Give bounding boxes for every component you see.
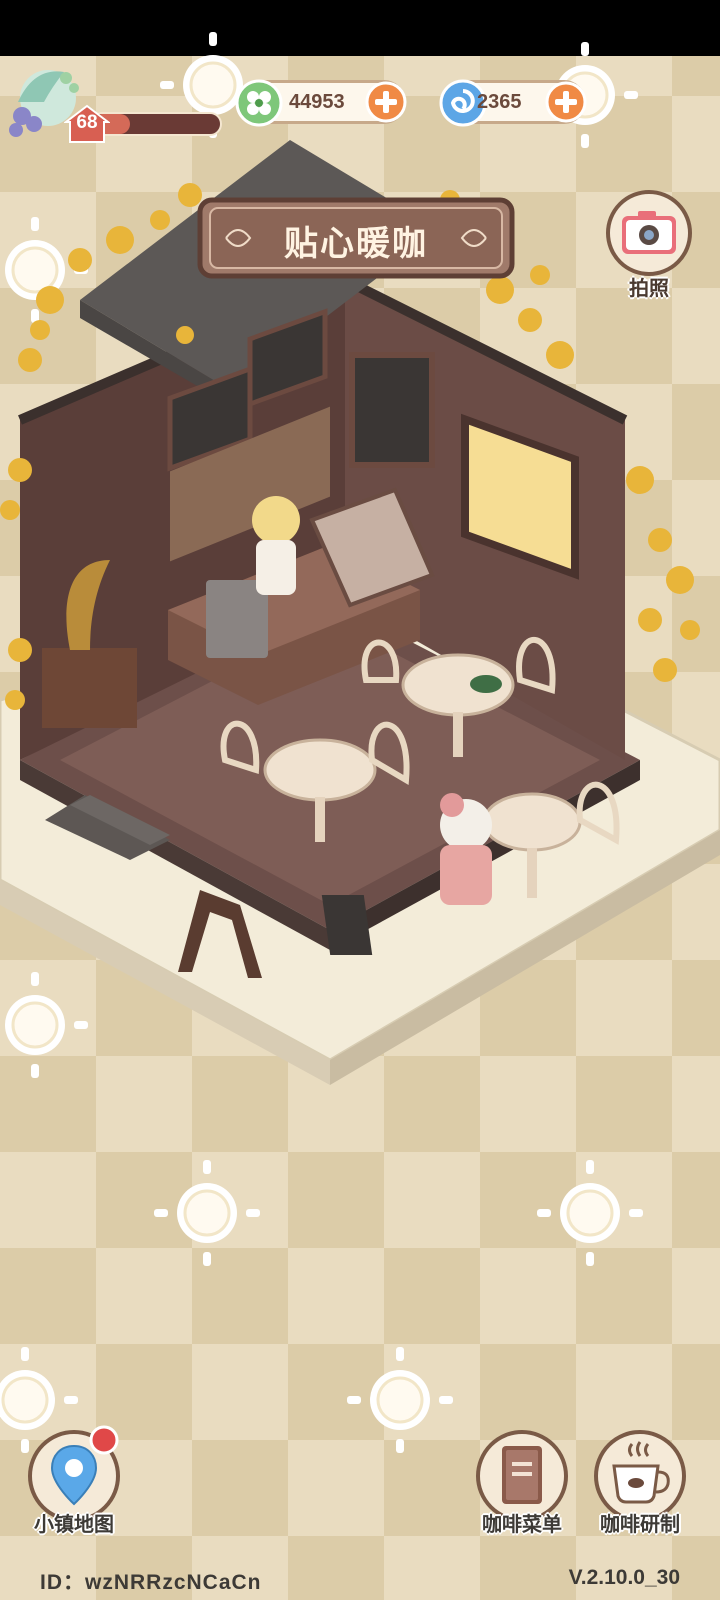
customer-hat [440,793,464,817]
swirl-currency-pill: 2365 [439,79,587,127]
table-leg [527,848,537,898]
table-leg [453,712,463,757]
coffee-brew-label: 咖啡研制 [600,1512,680,1536]
notification-dot [89,1425,119,1455]
menu-chalkboard [349,352,435,468]
camera-icon [622,211,676,254]
table-leg [315,797,325,842]
clover-currency-pill: 44953 [235,79,407,127]
coffee-menu-label: 咖啡菜单 [482,1512,562,1536]
sandwich-board-face [321,895,373,955]
table [263,738,377,802]
add-swirl-button[interactable] [545,81,587,123]
game-version: V.2.10.0_30 [568,1566,680,1589]
customer-body [440,845,492,905]
clover-icon [235,79,283,127]
table [482,792,582,852]
coffee-cup [470,675,502,693]
swirl-currency-value: 2365 [477,91,522,113]
player-id: ID：wzNRRzcNCaCn [40,1571,262,1594]
camera-button[interactable] [604,188,694,278]
sun-decoration [154,1160,260,1266]
gramophone-table [42,648,137,728]
shop-name: 贴心暖咖 [284,224,428,264]
book-icon [502,1446,542,1504]
add-clover-button[interactable] [365,81,407,123]
sun-decoration [537,1160,643,1266]
camera-label: 拍照 [629,276,669,300]
town-map-label: 小镇地图 [34,1512,114,1536]
clover-currency-value: 44953 [289,91,345,113]
barista-body [256,540,296,595]
player-level: 68 [76,112,98,133]
barista-head [252,496,300,544]
sun-decoration [347,1347,453,1453]
